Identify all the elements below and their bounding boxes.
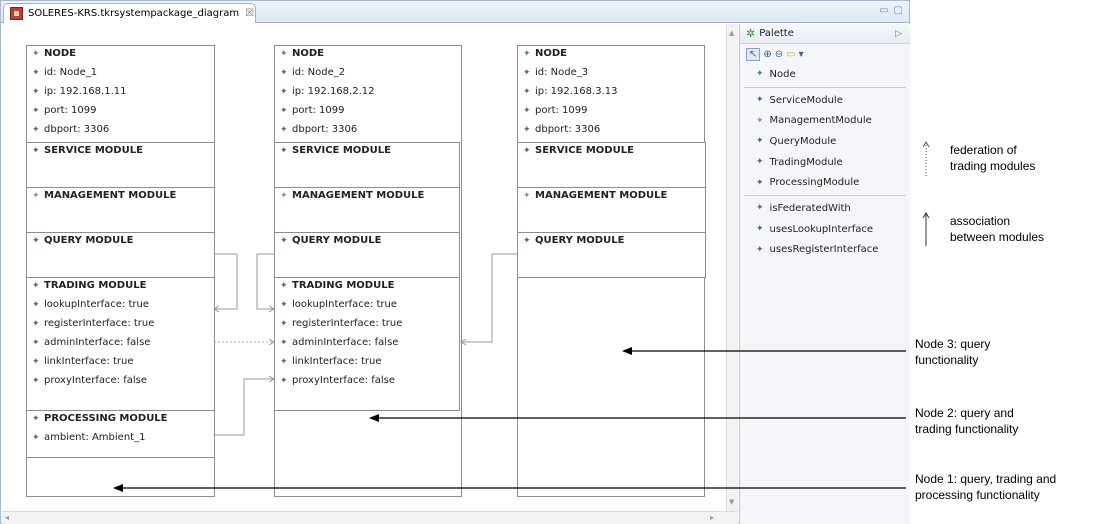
association-legend: association between modules: [950, 214, 1045, 244]
node3-annotation-arrowhead: [622, 347, 632, 355]
federation-legend-arrowhead: [922, 141, 930, 148]
node2-annotation-arrowhead: [369, 414, 379, 422]
node1-annotation: Node 1: query, trading and processing fun…: [915, 472, 1057, 502]
node3-annotation: Node 3: query functionality: [915, 337, 991, 367]
node1-annotation-arrowhead: [113, 484, 123, 492]
node2-annotation: Node 2: query and trading functionality: [915, 406, 1019, 436]
annotation-arrows: [113, 141, 930, 492]
federation-legend: federation of trading modules: [950, 143, 1036, 173]
